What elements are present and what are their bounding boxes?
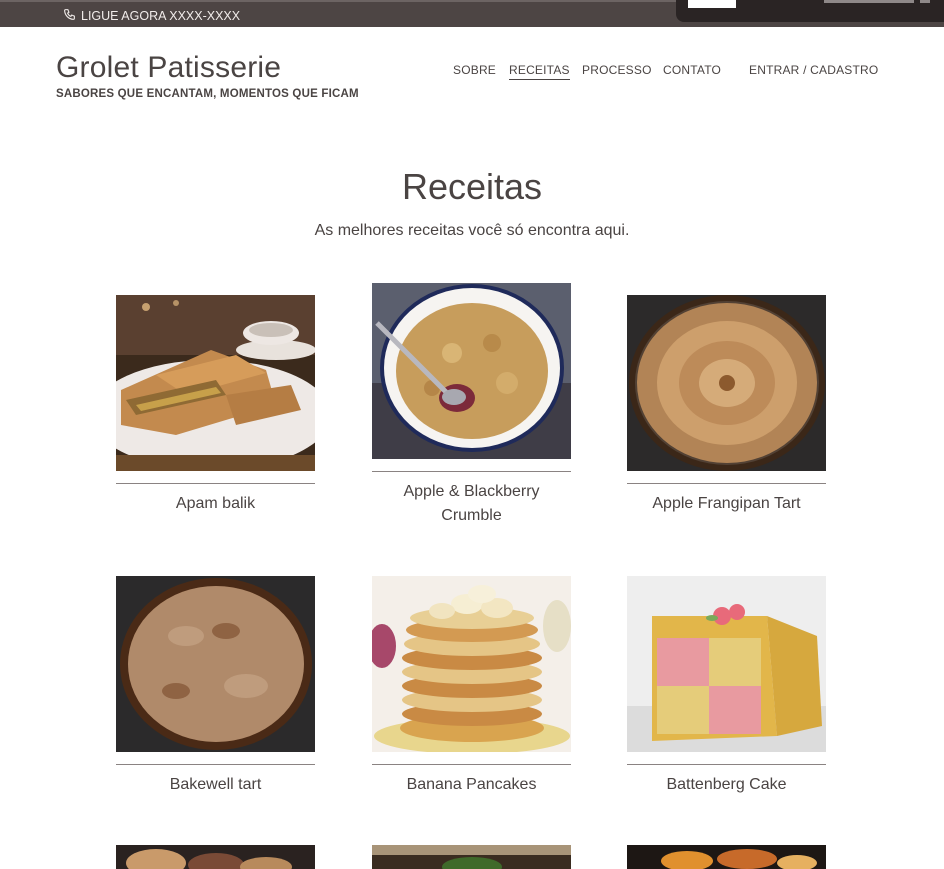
nav-item-login[interactable]: ENTRAR / CADASTRO [749, 63, 878, 77]
recipe-image-bakewell-tart[interactable] [116, 576, 315, 752]
site-tagline: SABORES QUE ENCANTAM, MOMENTOS QUE FICAM [56, 88, 359, 100]
nav-item-processo[interactable]: PROCESSO [582, 63, 652, 77]
recipe-image-partial[interactable] [372, 845, 571, 869]
phone-icon [63, 8, 76, 24]
recipe-name[interactable]: Apam balik [116, 492, 315, 516]
card-divider [116, 483, 315, 484]
card-divider [372, 471, 571, 472]
recipe-image-battenberg-cake[interactable] [627, 576, 826, 752]
recipe-image-apam-balik[interactable] [116, 295, 315, 471]
card-divider [372, 764, 571, 765]
recipe-name[interactable]: Bakewell tart [116, 773, 315, 797]
phone-text: LIGUE AGORA XXXX-XXXX [81, 9, 241, 23]
page-subtitle: As melhores receitas você só encontra aq… [314, 222, 630, 239]
recipe-name[interactable]: Battenberg Cake [627, 773, 826, 797]
card-divider [627, 764, 826, 765]
card-divider [627, 483, 826, 484]
recipe-image-partial[interactable] [627, 845, 826, 869]
nav-item-contato[interactable]: CONTATO [663, 63, 721, 77]
nav-item-receitas[interactable]: RECEITAS [509, 63, 570, 80]
recipe-name[interactable]: Apple Frangipan Tart [627, 492, 826, 516]
recipe-image-apple-frangipan-tart[interactable] [627, 295, 826, 471]
site-title[interactable]: Grolet Patisserie [56, 51, 281, 85]
recipe-image-apple-blackberry-crumble[interactable] [372, 283, 571, 459]
recipe-name[interactable]: Apple & Blackberry Crumble [372, 480, 571, 528]
nav-item-sobre[interactable]: SOBRE [453, 63, 496, 77]
card-divider [116, 764, 315, 765]
page-title: Receitas [401, 166, 543, 207]
call-link[interactable]: LIGUE AGORA XXXX-XXXX [63, 8, 240, 24]
recipe-image-partial[interactable] [116, 845, 315, 869]
notification-image [688, 0, 736, 8]
notification-text-fragment [920, 0, 930, 3]
notification-text-fragment [824, 0, 914, 3]
notification-popup [676, 0, 944, 22]
recipe-name[interactable]: Banana Pancakes [372, 773, 571, 797]
recipe-image-banana-pancakes[interactable] [372, 576, 571, 752]
